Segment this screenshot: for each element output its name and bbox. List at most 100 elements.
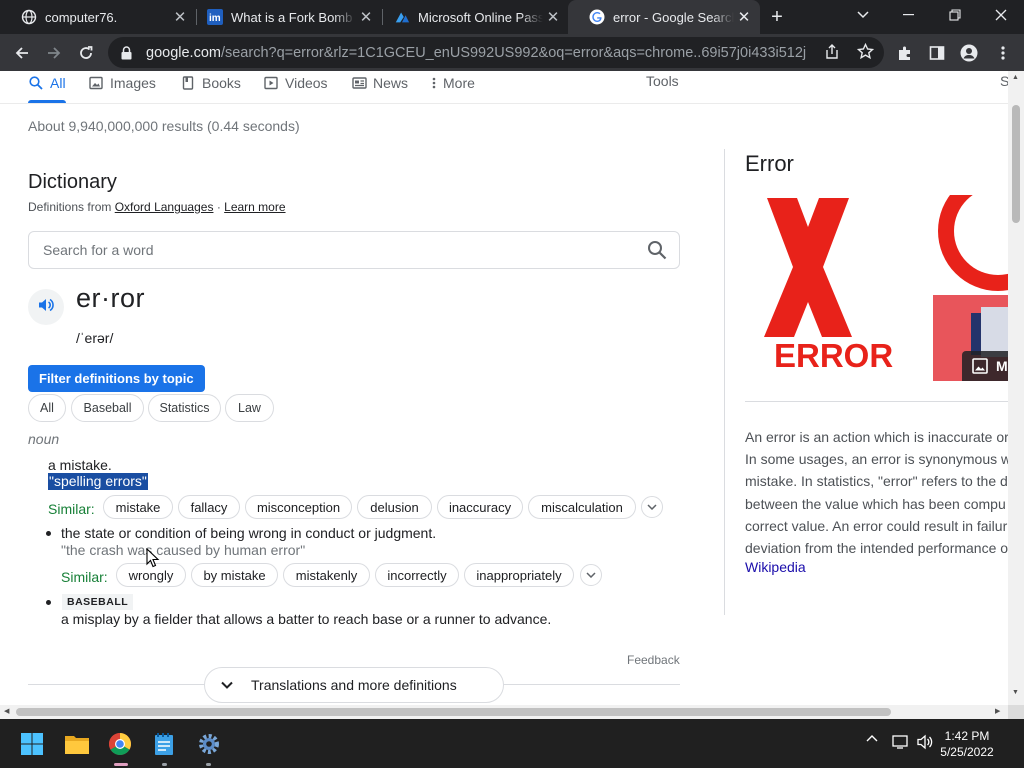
tab-more[interactable]: More [431,73,475,93]
headword: er·ror [76,283,145,313]
tab-search-chevron-icon[interactable] [840,0,886,30]
scroll-down-icon[interactable]: ▼ [1012,689,1019,696]
synonym-chip[interactable]: delusion [357,495,432,519]
settings-gear-icon[interactable] [193,728,225,760]
learn-more-link[interactable]: Learn more [224,200,285,214]
wikipedia-link[interactable]: Wikipedia [745,559,806,575]
knowledge-panel-description: An error is an action which is inaccurat… [745,426,1008,559]
word-search-box [28,231,680,269]
clock-time: 1:42 PM [944,729,990,743]
scroll-thumb[interactable] [16,708,891,716]
profile-avatar-icon[interactable] [956,40,982,66]
share-icon[interactable] [824,44,840,65]
site-im-icon: im [207,9,223,25]
word-search-input[interactable] [43,242,623,258]
tab-news-label: News [373,75,409,91]
chrome-taskbar-icon[interactable] [104,728,136,760]
file-explorer-icon[interactable] [61,728,93,760]
scroll-left-icon[interactable]: ◀ [4,707,9,715]
synonym-chip[interactable]: miscalculation [528,495,636,519]
bullet [46,531,51,536]
example-1-selected: "spelling errors" [48,473,148,490]
minimize-icon[interactable] [886,0,932,30]
similar-label: Similar: [61,569,108,585]
topic-chip-law[interactable]: Law [225,394,274,422]
oxford-languages-link[interactable]: Oxford Languages [115,200,214,214]
definition-2: the state or condition of being wrong in… [61,525,437,541]
lock-icon[interactable] [121,45,135,60]
description-line: In some usages, an error is synonymous w [745,451,1008,468]
browser-tab-computer76[interactable]: computer76. ✕ [0,0,196,34]
filter-definitions-tooltip: Filter definitions by topic [28,365,205,392]
tab-title: What is a Fork Bomb (R [231,9,356,25]
clock-date: 5/25/2022 [940,745,994,759]
dictionary-source: Definitions from Oxford Languages · Lear… [28,200,286,214]
system-clock[interactable]: 1:42 PM 5/25/2022 [937,728,997,760]
browser-tab-microsoft-password[interactable]: Microsoft Online Passw ✕ [373,0,569,34]
similar-label: Similar: [48,501,95,517]
topic-chip-statistics[interactable]: Statistics [148,394,221,422]
globe-icon [21,9,37,25]
synonym-chip[interactable]: mistake [103,495,173,519]
description-line: between the value which has been compu [745,495,1006,512]
windows-taskbar: 1:42 PM 5/25/2022 [0,719,1024,768]
synonym-chip[interactable]: fallacy [178,495,240,519]
sign-in-link-partial[interactable]: S [1000,73,1008,89]
tab-title: error - Google Search [613,9,734,25]
image-icon [972,358,988,374]
topic-chip-baseball[interactable]: Baseball [71,394,144,422]
feedback-link[interactable]: Feedback [627,653,680,667]
windows-start-icon[interactable] [16,728,48,760]
search-icon[interactable] [647,240,667,265]
browser-tab-google-search[interactable]: error - Google Search ✕ [568,0,760,34]
topic-chip-all[interactable]: All [28,394,66,422]
close-icon[interactable]: ✕ [734,7,754,27]
expand-synonyms-chevron-icon[interactable] [641,496,663,518]
description-line: deviation from the intended performance … [745,540,1008,557]
synonym-chip[interactable]: inaccuracy [437,495,523,519]
tab-all-label: All [50,75,66,91]
synonym-chip[interactable]: misconception [245,495,352,519]
pronunciation-speaker-button[interactable] [28,289,64,325]
chevron-up-icon[interactable] [866,734,878,742]
translations-more-definitions-button[interactable]: Translations and more definitions [204,667,504,703]
synonym-chip[interactable]: by mistake [191,563,278,587]
notepad-icon[interactable] [148,728,180,760]
extensions-icon[interactable] [892,40,918,66]
synonym-chip[interactable]: incorrectly [375,563,459,587]
more-images-button[interactable]: M [962,351,1008,381]
description-line: correct value. An error could result in … [745,517,1008,534]
scroll-thumb[interactable] [1012,105,1020,223]
new-tab-icon[interactable]: + [764,4,790,30]
bookmark-star-icon[interactable] [856,42,875,65]
vertical-scrollbar[interactable]: ▲ ▼ [1008,71,1024,705]
reload-icon[interactable] [73,40,99,66]
source-separator: · [216,200,221,214]
forward-arrow-icon[interactable] [41,40,67,66]
synonym-chip[interactable]: inappropriately [464,563,574,587]
scroll-up-icon[interactable]: ▲ [1012,74,1019,81]
tab-all[interactable]: All [28,73,66,93]
url-path: /search?q=error&rlz=1C1GCEU_enUS992US992… [220,44,806,61]
chrome-menu-icon[interactable] [990,40,1016,66]
side-panel-icon[interactable] [924,40,950,66]
close-window-icon[interactable] [978,0,1024,30]
horizontal-scrollbar[interactable]: ◀ ▶ [0,705,1008,719]
svg-text:im: im [209,13,221,24]
tab-news[interactable]: News [351,73,408,93]
definition-1: a mistake. [48,457,112,473]
scroll-right-icon[interactable]: ▶ [995,707,1000,715]
tools-button[interactable]: Tools [646,73,679,89]
close-icon[interactable]: ✕ [543,7,563,27]
expand-synonyms-chevron-icon[interactable] [580,564,602,586]
synonym-chip[interactable]: mistakenly [283,563,370,587]
tab-books[interactable]: Books [180,73,241,93]
volume-icon[interactable] [917,734,935,750]
restore-icon[interactable] [932,0,978,30]
address-bar[interactable]: google.com/search?q=error&rlz=1C1GCEU_en… [108,37,884,68]
browser-tab-fork-bomb[interactable]: im What is a Fork Bomb (R ✕ [186,0,382,34]
tab-videos[interactable]: Videos [263,73,328,93]
network-icon[interactable] [892,734,910,750]
back-arrow-icon[interactable] [9,40,35,66]
tab-images[interactable]: Images [88,73,156,93]
